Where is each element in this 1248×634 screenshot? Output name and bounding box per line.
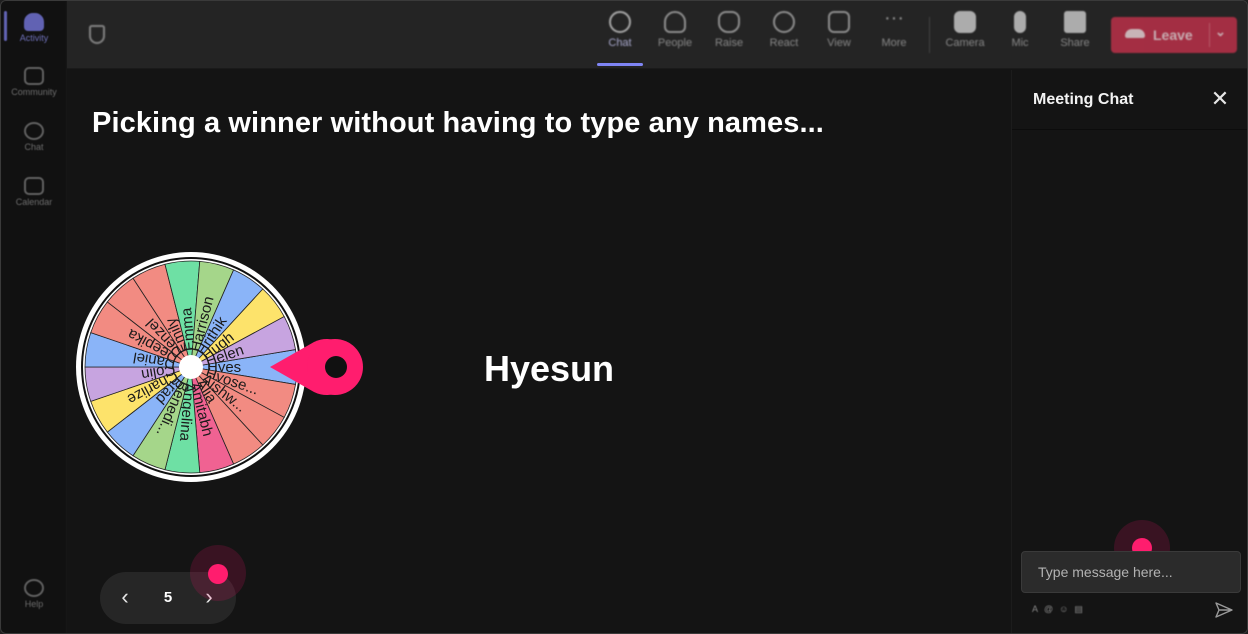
rail-item-help[interactable]: Help [1, 579, 67, 609]
chevron-down-icon[interactable]: ⌄ [1215, 24, 1226, 40]
rail-item-chat[interactable]: Chat [1, 122, 67, 152]
name-wheel[interactable]: HyesHyose...Aishw...AliaAmitabhAngelinaB… [67, 240, 367, 490]
calendar-icon [24, 177, 44, 195]
chat-format-toolbar[interactable]: A@☺▤ [1032, 604, 1089, 615]
toolbar-label: React [769, 37, 799, 49]
close-icon[interactable]: ✕ [1208, 86, 1232, 112]
toolbar-raise-button[interactable]: Raise [703, 11, 755, 49]
raise-hand-icon [718, 11, 740, 33]
shared-content-stage: Picking a winner without having to type … [67, 70, 1011, 633]
wheel-hub [179, 355, 203, 379]
toolbar-share-button[interactable]: Share [1049, 11, 1101, 49]
meeting-window: Activity Community Chat Calendar Help Ch… [0, 0, 1248, 634]
toolbar-label: Raise [714, 37, 744, 49]
toolbar-react-button[interactable]: React [758, 11, 810, 49]
toolbar-label: People [657, 37, 693, 49]
emoji-icon[interactable]: ☺ [1059, 604, 1074, 614]
toolbar-chat-button[interactable]: Chat [594, 11, 646, 49]
toolbar-label: View [827, 37, 851, 49]
rail-item-label: Chat [24, 142, 44, 152]
chat-message-input[interactable] [1021, 551, 1241, 593]
shield-icon[interactable] [89, 25, 105, 44]
rail-item-activity[interactable]: Activity [1, 11, 67, 43]
send-icon[interactable] [1214, 601, 1234, 619]
camera-off-icon [954, 11, 976, 33]
active-tab-indicator [597, 63, 643, 66]
grid-icon [828, 11, 850, 33]
chat-header: Meeting Chat ✕ [1012, 70, 1247, 130]
toolbar-more-button[interactable]: ··· More [868, 7, 920, 49]
smile-icon [773, 11, 795, 33]
gif-icon[interactable]: ▤ [1074, 604, 1089, 614]
rail-item-community[interactable]: Community [1, 67, 67, 97]
meeting-chat-panel: Meeting Chat ✕ A@☺▤ [1011, 70, 1247, 633]
toolbar-label: Mic [1011, 37, 1029, 49]
chat-icon [24, 122, 44, 140]
bell-icon [24, 13, 44, 31]
leave-divider [1209, 23, 1210, 47]
toolbar-view-button[interactable]: View [813, 11, 865, 49]
toolbar-people-button[interactable]: People [649, 11, 701, 49]
toolbar-camera-button[interactable]: Camera [939, 11, 991, 49]
cursor-indicator [208, 564, 228, 584]
toolbar-label: More [881, 37, 907, 49]
meeting-toolbar: Chat People Raise React View ··· More Ca… [67, 1, 1247, 69]
leave-label: Leave [1153, 27, 1193, 43]
toolbar-label: Share [1060, 37, 1090, 49]
chevron-left-icon[interactable]: ‹ [115, 586, 135, 610]
more-dots-icon: ··· [884, 7, 904, 29]
app-rail: Activity Community Chat Calendar Help [1, 1, 67, 633]
help-icon [24, 579, 44, 597]
winner-name: Hyesun [484, 348, 615, 389]
toolbar-mic-button[interactable]: Mic [994, 11, 1046, 49]
toolbar-label: Chat [608, 37, 632, 49]
rail-item-label: Community [11, 87, 57, 97]
chat-title: Meeting Chat [1033, 91, 1134, 108]
chat-icon [609, 11, 631, 33]
toolbar-divider [929, 17, 930, 53]
rail-item-calendar[interactable]: Calendar [1, 177, 67, 207]
slide-title: Picking a winner without having to type … [92, 107, 824, 139]
attach-icon[interactable]: @ [1044, 604, 1059, 614]
community-icon [24, 67, 44, 85]
page-number: 5 [163, 589, 173, 606]
mic-icon [1014, 11, 1026, 33]
rail-item-label: Help [24, 599, 44, 609]
leave-button[interactable]: Leave ⌄ [1111, 17, 1237, 53]
rail-item-label: Calendar [15, 197, 53, 207]
share-icon [1064, 11, 1086, 33]
toolbar-label: Camera [945, 37, 985, 49]
people-icon [664, 11, 686, 33]
format-icon[interactable]: A [1032, 604, 1044, 614]
rail-item-label: Activity [19, 33, 49, 43]
hang-up-icon [1125, 29, 1145, 38]
